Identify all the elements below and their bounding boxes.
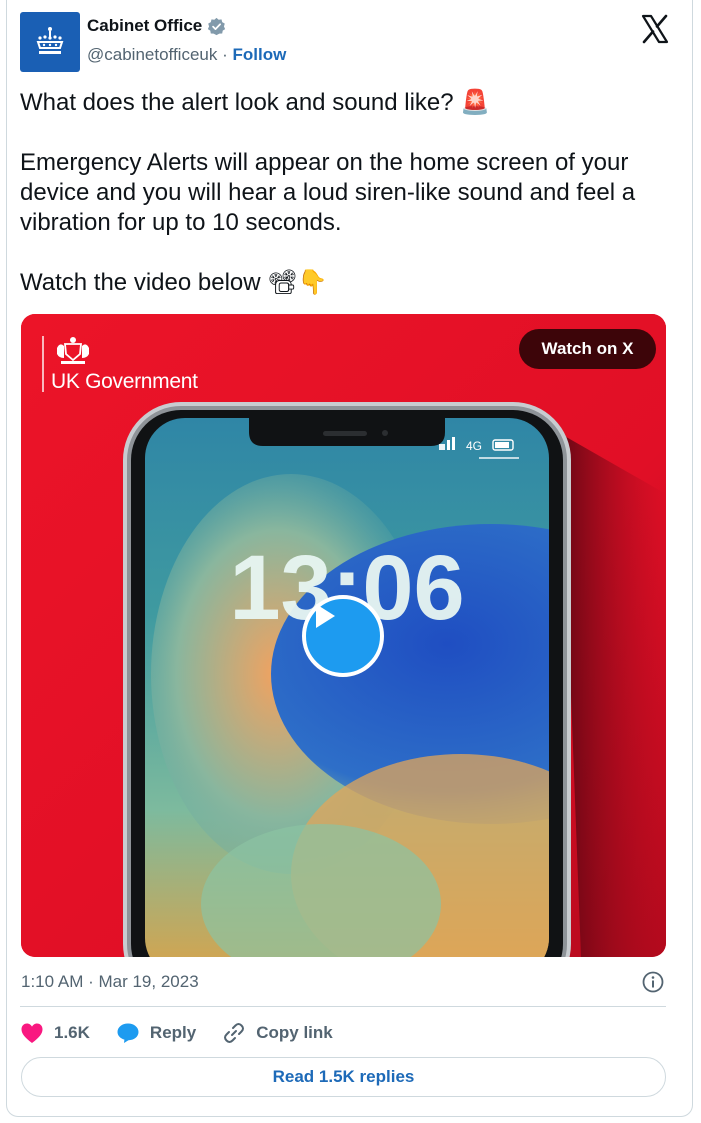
verified-badge-icon bbox=[208, 17, 226, 35]
copy-link-button[interactable]: Copy link bbox=[222, 1021, 333, 1045]
crown-icon bbox=[36, 27, 64, 54]
tweet-timestamp[interactable]: 1:10 AM · Mar 19, 2023 bbox=[21, 972, 199, 992]
link-icon bbox=[224, 1023, 245, 1043]
info-icon[interactable] bbox=[641, 970, 665, 994]
read-replies-button[interactable]: Read 1.5K replies bbox=[21, 1057, 666, 1097]
avatar[interactable] bbox=[20, 12, 80, 72]
tweet-line-2: Emergency Alerts will appear on the home… bbox=[20, 149, 636, 236]
play-icon bbox=[316, 604, 335, 628]
author-name[interactable]: Cabinet Office bbox=[87, 16, 202, 36]
like-button[interactable]: 1.6K bbox=[20, 1022, 90, 1044]
copy-link-label: Copy link bbox=[256, 1023, 333, 1042]
reply-button[interactable]: Reply bbox=[116, 1022, 196, 1044]
author-name-row[interactable]: Cabinet Office bbox=[87, 16, 226, 36]
reply-bubble-icon bbox=[117, 1023, 139, 1043]
video-thumbnail[interactable]: 4G 13:06 UK Government Watch on X bbox=[21, 314, 666, 957]
x-logo-icon[interactable] bbox=[640, 14, 670, 44]
tweet-header: Cabinet Office @cabinetofficeuk · Follow bbox=[20, 12, 670, 72]
tweet-line-1: What does the alert look and sound like?… bbox=[20, 89, 491, 116]
like-count: 1.6K bbox=[54, 1023, 90, 1042]
follow-link[interactable]: Follow bbox=[233, 45, 287, 64]
uk-government-label: UK Government bbox=[51, 370, 198, 393]
divider bbox=[20, 1006, 666, 1007]
watch-on-x-button[interactable]: Watch on X bbox=[519, 329, 656, 369]
action-bar: 1.6K Reply Copy link bbox=[20, 1020, 359, 1046]
phone-network: 4G bbox=[466, 439, 482, 453]
separator-dot: · bbox=[222, 45, 228, 64]
handle-row: @cabinetofficeuk · Follow bbox=[87, 45, 286, 65]
tweet-line-3: Watch the video below 📽👇 bbox=[20, 269, 328, 296]
reply-label: Reply bbox=[149, 1023, 197, 1042]
author-handle[interactable]: @cabinetofficeuk bbox=[87, 45, 217, 64]
heart-icon bbox=[21, 1023, 43, 1043]
tweet-text: What does the alert look and sound like?… bbox=[20, 88, 670, 298]
play-button[interactable] bbox=[302, 595, 384, 677]
